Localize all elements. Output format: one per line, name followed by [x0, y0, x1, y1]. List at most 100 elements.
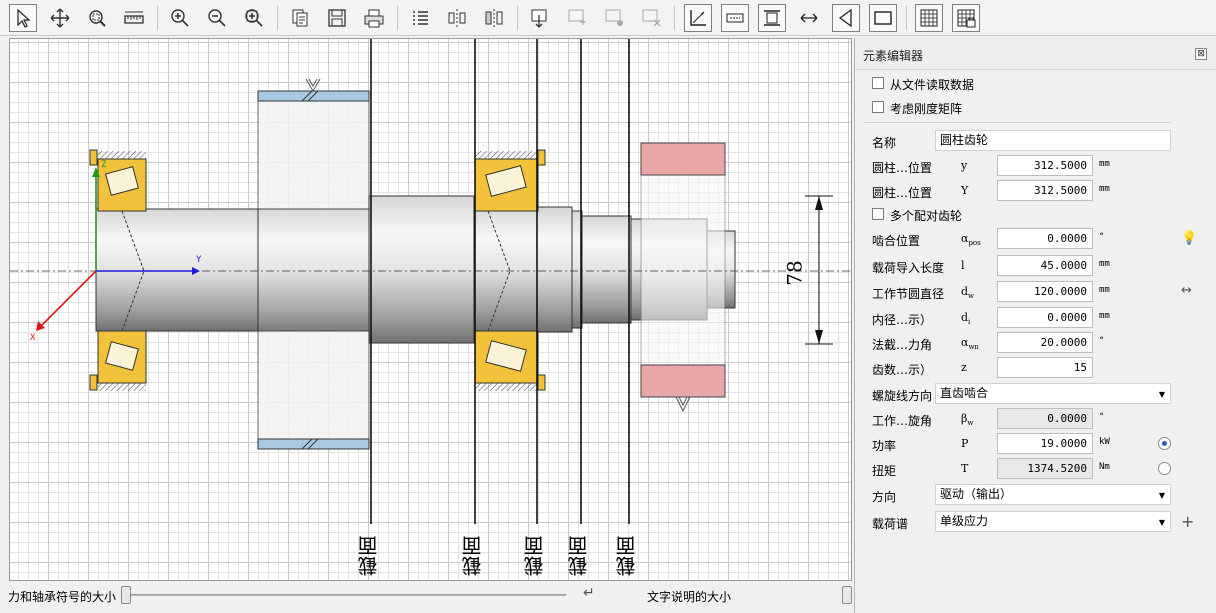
lightbulb-icon[interactable]: 💡: [1181, 231, 1197, 246]
read-file-checkbox[interactable]: [872, 77, 884, 89]
teeth-count-label: 齿数…示）: [872, 363, 933, 377]
mesh-position-field[interactable]: 0.0000: [997, 228, 1093, 249]
force-size-slider-thumb[interactable]: [121, 586, 131, 604]
inner-diameter-label: 内径…示）: [872, 313, 933, 327]
section-label: 截面: [567, 536, 591, 576]
torque-unit: Nm: [1099, 462, 1110, 472]
load-spectrum-label: 载荷谱: [872, 517, 909, 531]
plus-icon[interactable]: +: [1181, 512, 1194, 531]
add-element-icon[interactable]: [563, 4, 591, 32]
copy-icon[interactable]: [286, 4, 314, 32]
app-window: Y Z X 78 截面 截面 截面 截面 截面 力和轴承符号的大小 ↵ 文字说明…: [0, 0, 1216, 613]
stiffness-row: 考虑刚度矩阵: [855, 96, 1216, 120]
multi-gear-label: 多个配对齿轮: [890, 209, 963, 223]
section-icon[interactable]: [758, 4, 786, 32]
multi-gear-checkbox[interactable]: [872, 208, 884, 220]
multi-gear-row: 多个配对齿轮: [855, 203, 1216, 227]
power-radio[interactable]: [1158, 437, 1171, 450]
helix-direction-select[interactable]: 直齿啮合 ▼: [935, 383, 1171, 404]
zoom-in-icon[interactable]: [166, 4, 194, 32]
force-size-label: 力和轴承符号的大小: [8, 590, 117, 604]
teeth-count-field[interactable]: 15: [997, 357, 1093, 378]
mesh-position-label: 啮合位置: [872, 234, 921, 248]
load-length-field[interactable]: 45.0000: [997, 255, 1093, 276]
teeth-count-symbol: z: [961, 361, 967, 374]
stiffness-label: 考虑刚度矩阵: [890, 102, 963, 116]
measure-ruler-icon[interactable]: [120, 4, 148, 32]
zoom-window-icon[interactable]: [83, 4, 111, 32]
horizontal-arrows-icon[interactable]: [795, 4, 823, 32]
inner-diameter-field[interactable]: 0.0000: [997, 307, 1093, 328]
cylindrical-gear-right[interactable]: [640, 142, 726, 413]
force-size-slider[interactable]: [126, 594, 566, 596]
stiffness-checkbox[interactable]: [872, 101, 884, 113]
name-label: 名称: [872, 136, 897, 150]
pressure-angle-row: 法截…力角 αwn 20.0000 °: [855, 331, 1216, 355]
list-icon[interactable]: [406, 4, 434, 32]
rectangle-icon[interactable]: [869, 4, 897, 32]
dimension-line[interactable]: [805, 195, 833, 345]
save-icon[interactable]: [323, 4, 351, 32]
pitch-diameter-row: 工作节圆直径 dw 120.0000 mm ↔: [855, 280, 1216, 304]
helix-direction-label: 螺旋线方向: [872, 389, 933, 403]
pressure-angle-label: 法截…力角: [872, 338, 933, 352]
zoom-out-icon[interactable]: [203, 4, 231, 32]
helix-angle-row: 工作…旋角 βw 0.0000 °: [855, 407, 1216, 431]
close-icon[interactable]: ⊠: [1195, 48, 1207, 60]
section-label: 截面: [357, 536, 381, 576]
name-field[interactable]: 圆柱齿轮: [935, 130, 1171, 151]
pressure-angle-symbol: αwn: [961, 336, 979, 352]
axis-z-label: Z: [101, 160, 107, 170]
helix-angle-unit: °: [1099, 412, 1105, 422]
pitch-diameter-symbol: dw: [961, 285, 975, 301]
section-label: 截面: [615, 536, 639, 576]
load-spectrum-select[interactable]: 单级应力 ▼: [935, 511, 1171, 532]
shaft[interactable]: [95, 195, 736, 344]
view-element-icon[interactable]: [600, 4, 628, 32]
mesh-position-symbol: αpos: [961, 232, 981, 248]
position-symbol: y: [961, 159, 968, 172]
panel-title: 元素编辑器: [863, 49, 924, 63]
dimension-icon[interactable]: [721, 4, 749, 32]
pressure-angle-field[interactable]: 20.0000: [997, 332, 1093, 353]
grid-lock-icon[interactable]: [952, 4, 980, 32]
pan-move-icon[interactable]: [46, 4, 74, 32]
delete-element-icon[interactable]: [637, 4, 665, 32]
load-length-row: 载荷导入长度 l 45.0000 mm: [855, 254, 1216, 278]
horizontal-arrows-icon[interactable]: ↔: [1181, 283, 1192, 298]
drawing-canvas[interactable]: Y Z X 78 截面 截面 截面 截面 截面: [9, 38, 852, 581]
pitch-diameter-field[interactable]: 120.0000: [997, 281, 1093, 302]
zoom-fit-icon[interactable]: [240, 4, 268, 32]
position-label: 圆柱…位置: [872, 161, 933, 175]
direction-select[interactable]: 驱动（输出） ▼: [935, 484, 1171, 505]
mesh-position-unit: °: [1099, 232, 1105, 242]
power-field[interactable]: 19.0000: [997, 433, 1093, 454]
pitch-diameter-unit: mm: [1099, 285, 1110, 295]
axis-icon[interactable]: [684, 4, 712, 32]
position-field[interactable]: 312.5000: [997, 155, 1093, 176]
print-icon[interactable]: [360, 4, 388, 32]
read-file-label: 从文件读取数据: [890, 78, 975, 92]
helix-angle-label: 工作…旋角: [872, 414, 933, 428]
direction-label: 方向: [872, 490, 897, 504]
power-label: 功率: [872, 439, 897, 453]
insert-element-icon[interactable]: [526, 4, 554, 32]
select-pointer-icon[interactable]: [9, 4, 37, 32]
axis-y-label: Y: [196, 255, 202, 265]
triangle-left-icon[interactable]: [832, 4, 860, 32]
inner-diameter-row: 内径…示） di 0.0000 mm: [855, 306, 1216, 330]
grid-icon[interactable]: [915, 4, 943, 32]
power-unit: kW: [1099, 437, 1110, 447]
enter-icon[interactable]: ↵: [583, 585, 595, 601]
load-length-label: 载荷导入长度: [872, 261, 945, 275]
flip-icon[interactable]: [480, 4, 508, 32]
torque-radio[interactable]: [1158, 462, 1171, 475]
position-field[interactable]: 312.5000: [997, 180, 1093, 201]
power-symbol: P: [961, 437, 969, 450]
mirror-icon[interactable]: [443, 4, 471, 32]
load-length-symbol: l: [961, 259, 965, 272]
text-size-slider-thumb[interactable]: [842, 586, 852, 604]
load-length-unit: mm: [1099, 259, 1110, 269]
axis-x-label: X: [30, 333, 36, 343]
position-row-2: 圆柱…位置 Y 312.5000 mm: [855, 179, 1216, 203]
